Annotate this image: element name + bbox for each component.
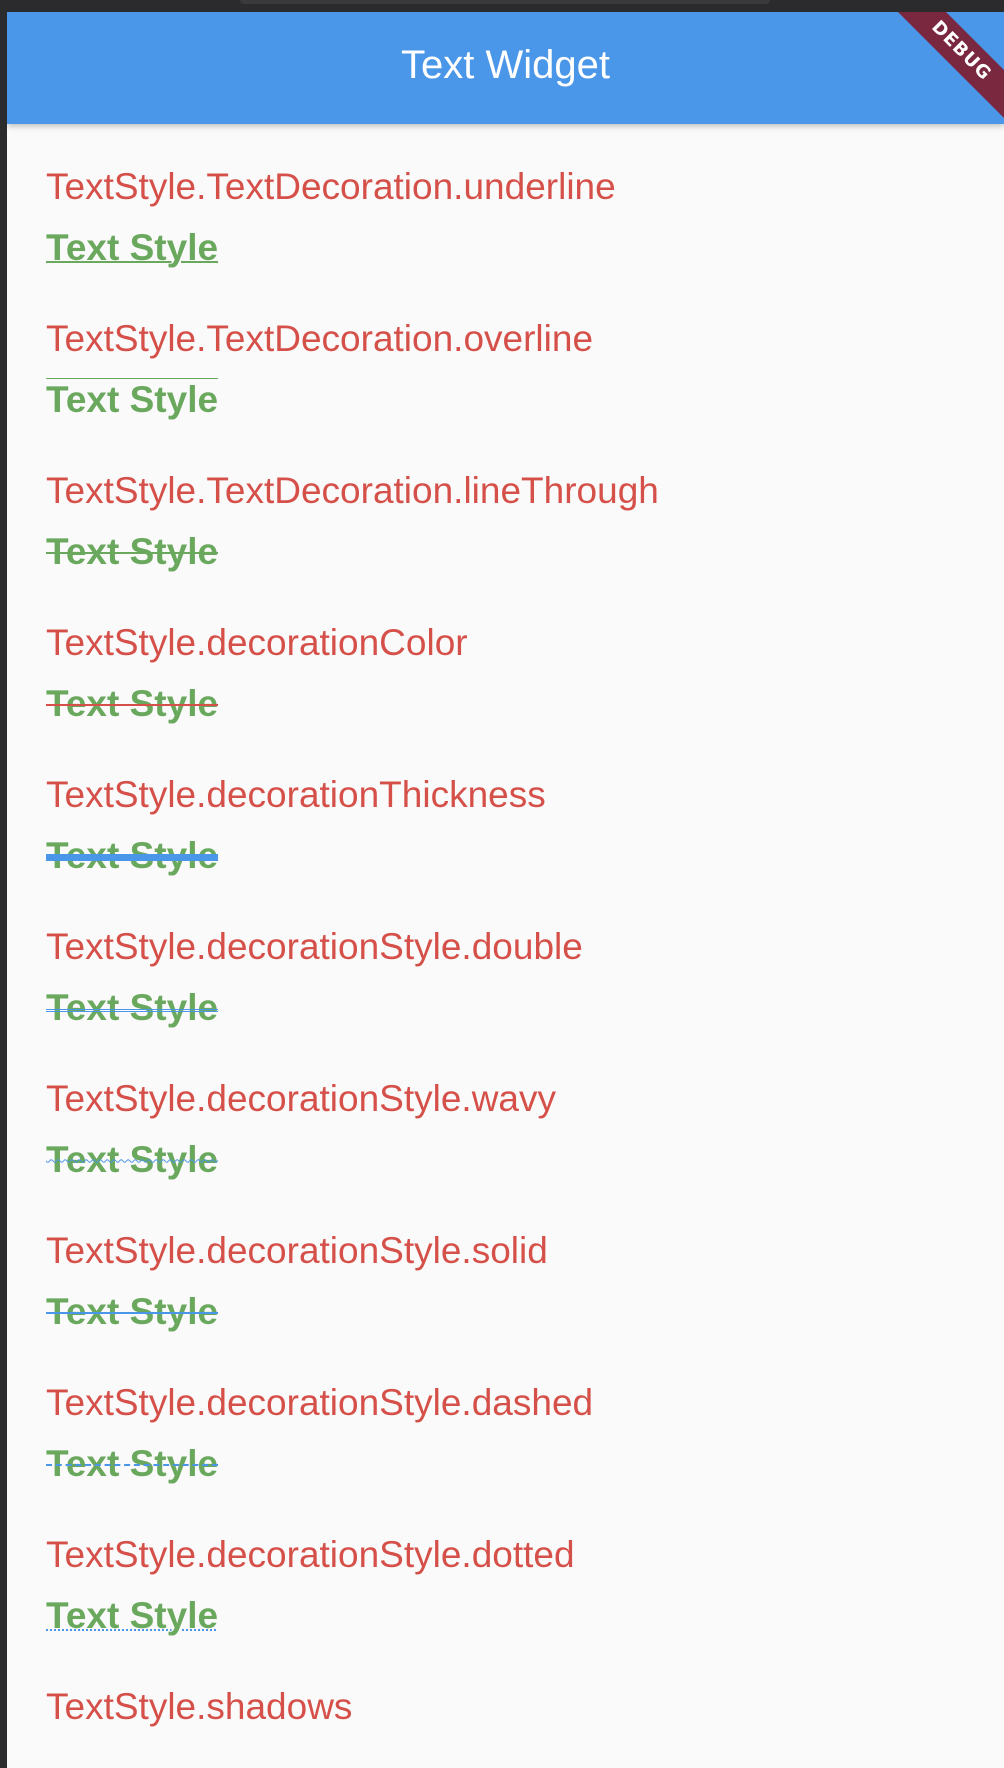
item-label-style-dashed: TextStyle.decorationStyle.dashed [46,1382,594,1423]
sample-text-decoration-color: Text Style [46,683,219,724]
sample-text-style-double: Text Style [46,987,219,1028]
sample-text-line-through: Text Style [46,531,219,572]
item-label-style-wavy: TextStyle.decorationStyle.wavy [46,1078,557,1119]
list-item: TextStyle.decorationStyle.dotted Text St… [46,1492,986,1644]
item-label-underline: TextStyle.TextDecoration.underline [46,166,616,207]
item-label-overline: TextStyle.TextDecoration.overline [46,318,594,359]
list-item: TextStyle.shadows [46,1644,986,1768]
list-item: TextStyle.decorationStyle.double Text St… [46,884,986,1036]
sample-text-style-dotted: Text Style [46,1595,219,1636]
device-notch [240,0,770,4]
item-label-style-solid: TextStyle.decorationStyle.solid [46,1230,548,1271]
list-item: TextStyle.decorationStyle.solid Text Sty… [46,1188,986,1340]
item-label-style-double: TextStyle.decorationStyle.double [46,926,583,967]
app-bar: Text Widget [7,12,1004,124]
item-label-style-dotted: TextStyle.decorationStyle.dotted [46,1534,575,1575]
list-item: TextStyle.TextDecoration.overline Text S… [46,276,986,428]
item-label-decoration-color: TextStyle.decorationColor [46,622,468,663]
list-item: TextStyle.decorationStyle.dashed Text St… [46,1340,986,1492]
sample-text-decoration-thickness: Text Style [46,835,219,876]
sample-text-underline: Text Style [46,227,219,268]
list-item: TextStyle.decorationThickness Text Style [46,732,986,884]
sample-text-style-solid: Text Style [46,1291,219,1332]
debug-banner: DEBUG [884,12,1004,132]
list-item: TextStyle.decorationColor Text Style [46,580,986,732]
sample-text-style-dashed: Text Style [46,1443,219,1484]
list-item: TextStyle.TextDecoration.lineThrough Tex… [46,428,986,580]
app-screen: Text Widget DEBUG TextStyle.TextDecorati… [7,12,1004,1768]
list-item: TextStyle.decorationStyle.wavy Text Styl… [46,1036,986,1188]
sample-text-style-wavy: Text Style [46,1139,219,1180]
text-style-list[interactable]: TextStyle.TextDecoration.underline Text … [46,124,986,1768]
item-label-line-through: TextStyle.TextDecoration.lineThrough [46,470,659,511]
sample-text-overline: Text Style [46,379,219,420]
list-item: TextStyle.TextDecoration.underline Text … [46,124,986,276]
item-label-decoration-thickness: TextStyle.decorationThickness [46,774,546,815]
device-bezel [0,0,1004,12]
app-bar-title: Text Widget [401,43,610,87]
debug-banner-label: DEBUG [884,12,1004,131]
item-label-shadows: TextStyle.shadows [46,1686,353,1727]
